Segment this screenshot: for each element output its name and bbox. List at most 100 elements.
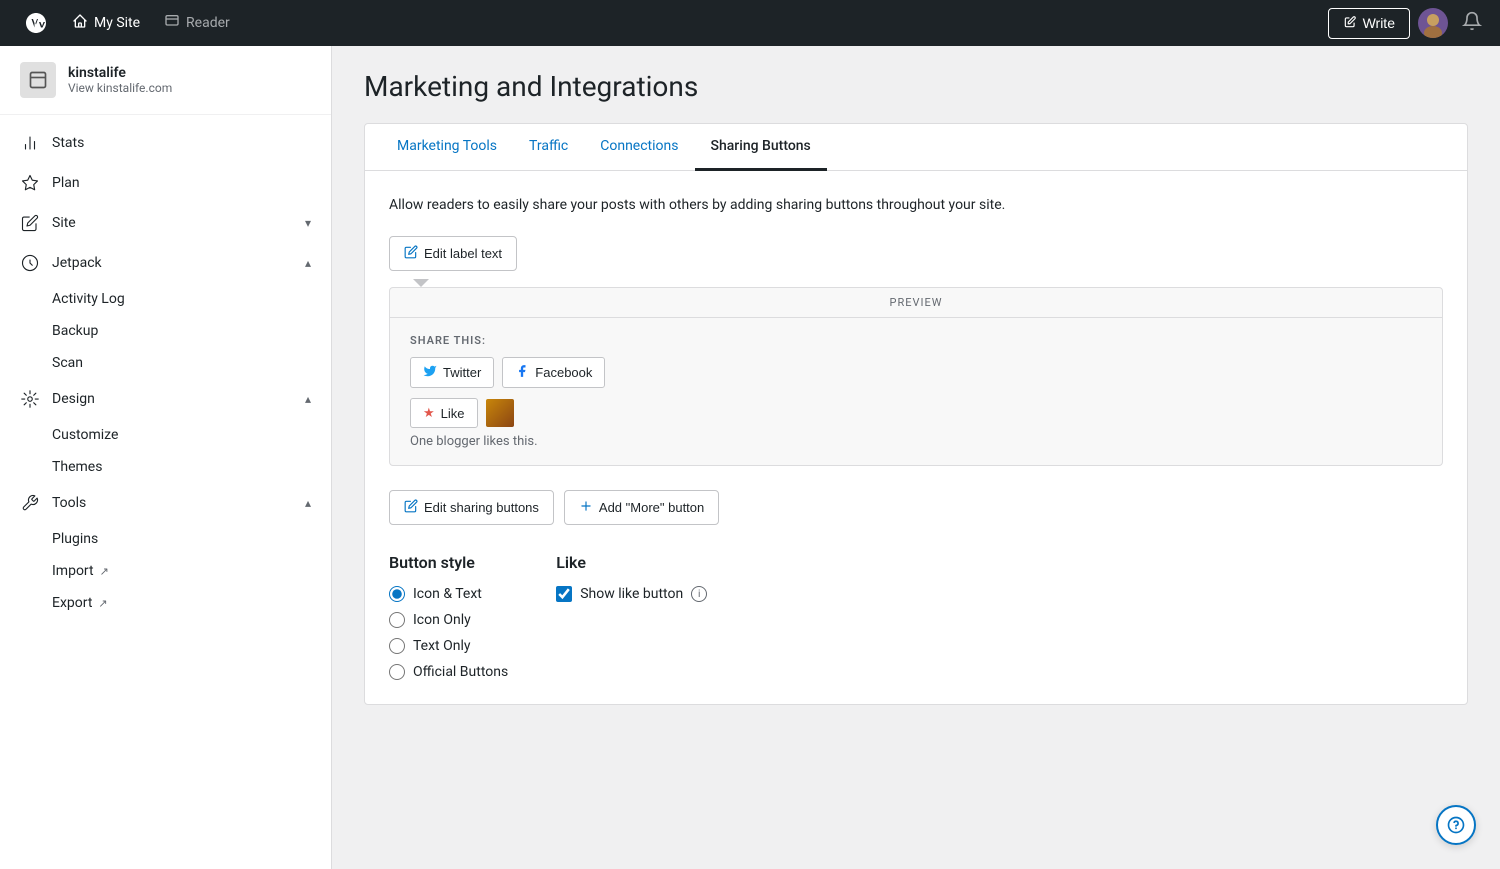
sidebar-item-plugins[interactable]: Plugins [52,523,331,555]
radio-icon-only-input[interactable] [389,612,405,628]
twitter-bird-icon [423,364,437,381]
my-site-button[interactable]: My Site [60,0,152,46]
pencil-icon [404,245,418,262]
notifications-bell-icon[interactable] [1456,11,1488,36]
sidebar-item-backup-label: Backup [52,323,98,339]
like-button[interactable]: ★ Like [410,398,478,428]
tabs-container: Marketing Tools Traffic Connections Shar… [364,123,1468,705]
sidebar-item-plan[interactable]: Plan [0,163,331,203]
sidebar-item-backup[interactable]: Backup [52,315,331,347]
tools-icon [20,493,40,513]
twitter-share-button[interactable]: Twitter [410,357,494,388]
tabs-header: Marketing Tools Traffic Connections Shar… [365,124,1467,171]
radio-icon-text-input[interactable] [389,586,405,602]
sidebar-item-site-label: Site [52,215,293,231]
sidebar-item-customize[interactable]: Customize [52,419,331,451]
preview-body: SHARE THIS: Twitter [390,318,1442,465]
external-link-icon: ↗ [100,565,109,578]
write-label: Write [1363,15,1395,31]
my-site-label: My Site [94,15,140,31]
sidebar-item-site[interactable]: Site ▾ [0,203,331,243]
write-plus-icon [1343,15,1357,32]
user-avatar[interactable] [1418,8,1448,38]
radio-icon-only[interactable]: Icon Only [389,612,508,628]
blogger-avatar [486,399,514,427]
top-navigation: My Site Reader Write [0,0,1500,46]
like-title: Like [556,553,707,572]
design-icon [20,389,40,409]
radio-icon-text-label: Icon & Text [413,586,482,602]
sidebar-item-themes-label: Themes [52,459,102,475]
chevron-down-icon: ▾ [305,216,311,230]
show-like-checkbox[interactable] [556,586,572,602]
sidebar-item-export-label: Export [52,595,92,611]
sidebar-item-tools[interactable]: Tools ▴ [0,483,331,523]
wordpress-logo[interactable] [12,11,60,35]
button-style-title: Button style [389,553,508,572]
radio-official-buttons[interactable]: Official Buttons [389,664,508,680]
sidebar-item-scan[interactable]: Scan [52,347,331,379]
radio-icon-text[interactable]: Icon & Text [389,586,508,602]
share-this-label: SHARE THIS: [410,334,1422,347]
show-like-button-row[interactable]: Show like button i [556,586,707,602]
action-buttons-row: Edit sharing buttons Add "More" button [389,490,1443,525]
share-buttons-row: Twitter Facebook [410,357,1422,388]
my-site-icon [72,13,88,33]
radio-icon-only-label: Icon Only [413,612,471,628]
facebook-share-button[interactable]: Facebook [502,357,605,388]
tab-traffic[interactable]: Traffic [513,124,584,171]
tab-sharing-buttons[interactable]: Sharing Buttons [695,124,827,171]
radio-official-buttons-label: Official Buttons [413,664,508,680]
site-name: kinstalife [68,65,172,81]
info-icon[interactable]: i [691,586,707,602]
preview-label: PREVIEW [390,288,1442,318]
add-more-button[interactable]: Add "More" button [564,490,719,525]
like-row: ★ Like [410,398,1422,428]
radio-group-button-style: Icon & Text Icon Only Text Only [389,586,508,680]
facebook-f-icon [515,364,529,381]
sidebar-item-import[interactable]: Import ↗ [52,555,331,587]
sidebar-item-customize-label: Customize [52,427,118,443]
star-like-icon: ★ [423,405,435,421]
tools-sub-navigation: Plugins Import ↗ Export ↗ [0,523,331,619]
sidebar-item-activity-log[interactable]: Activity Log [52,283,331,315]
external-link-2-icon: ↗ [98,597,107,610]
sidebar-item-plugins-label: Plugins [52,531,98,547]
sidebar-item-plan-label: Plan [52,175,311,191]
tab-connections[interactable]: Connections [584,124,694,171]
pencil-2-icon [404,499,418,516]
sidebar-item-stats[interactable]: Stats [0,123,331,163]
edit-label-button[interactable]: Edit label text [389,236,517,271]
sidebar-item-export[interactable]: Export ↗ [52,587,331,619]
edit-sharing-buttons-button[interactable]: Edit sharing buttons [389,490,554,525]
radio-text-only-label: Text Only [413,638,471,654]
sidebar-item-tools-label: Tools [52,495,293,511]
radio-text-only-input[interactable] [389,638,405,654]
help-button[interactable] [1436,805,1476,845]
add-more-button-label: Add "More" button [599,500,704,515]
write-button[interactable]: Write [1328,8,1410,39]
sharing-buttons-tab-content: Allow readers to easily share your posts… [365,171,1467,704]
chevron-up-2-icon: ▴ [305,392,311,406]
site-info: kinstalife View kinstalife.com [68,65,172,95]
design-sub-navigation: Customize Themes [0,419,331,483]
top-nav-right: Write [1328,8,1488,39]
blogger-avatar-image [486,399,514,427]
sidebar-item-themes[interactable]: Themes [52,451,331,483]
one-blogger-text: One blogger likes this. [410,434,1422,449]
sidebar-item-design[interactable]: Design ▴ [0,379,331,419]
radio-official-buttons-input[interactable] [389,664,405,680]
reader-button[interactable]: Reader [152,0,242,46]
site-header[interactable]: kinstalife View kinstalife.com [0,46,331,115]
sidebar-item-jetpack[interactable]: Jetpack ▴ [0,243,331,283]
reader-icon [164,13,180,33]
main-layout: kinstalife View kinstalife.com Stats Pla… [0,0,1500,869]
radio-text-only[interactable]: Text Only [389,638,508,654]
site-url: View kinstalife.com [68,81,172,95]
sidebar-item-design-label: Design [52,391,293,407]
chevron-up-3-icon: ▴ [305,496,311,510]
like-column: Like Show like button i [556,553,707,680]
sidebar-item-stats-label: Stats [52,135,311,151]
options-row: Button style Icon & Text Icon Only [389,553,1443,680]
tab-marketing-tools[interactable]: Marketing Tools [381,124,513,171]
